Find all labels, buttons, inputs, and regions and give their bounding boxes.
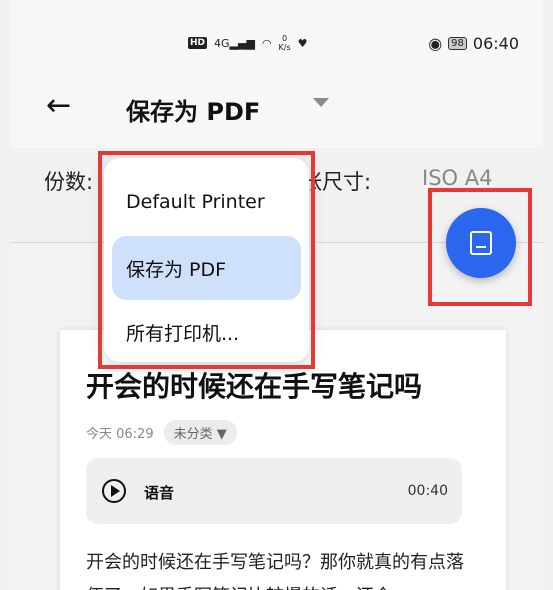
print-preview-page: 开会的时候还在手写笔记吗 今天 06:29 未分类 ▼ 语音 00:40 开会的… [60,330,506,590]
wifi-icon: ◠ [261,36,272,50]
note-body: 开会的时候还在手写笔记吗？那你就真的有点落伍了，如果手写笔记比较慢的话，还会 [86,552,464,590]
note-date: 今天 06:29 [86,427,154,442]
battery-indicator: 98 [448,37,467,50]
copies-label[interactable]: 份数: [44,166,93,196]
voice-duration: 00:40 [407,483,448,499]
status-bar: HD 4G▂▄▆ ◠ 0 K/s ♥ ◉ 98 06:40 [10,0,543,76]
heart-icon: ♥ [297,36,308,50]
paper-size-value[interactable]: ISO A4 [422,166,492,190]
arrow-left-icon[interactable]: ← [46,91,71,121]
signal-icon: 4G▂▄▆ [214,36,255,50]
chevron-down-icon[interactable] [313,98,329,107]
printer-select-title[interactable]: 保存为 PDF [126,92,260,127]
network-speed: 0 K/s [278,34,291,52]
voice-note: 语音 00:40 [86,458,462,524]
dropdown-highlight [98,151,315,369]
play-icon [102,479,126,503]
fab-highlight [428,188,532,306]
category-tag: 未分类 ▼ [163,420,237,445]
app-bar: ← 保存为 PDF [10,76,543,148]
status-icons: HD 4G▂▄▆ ◠ 0 K/s ♥ [188,34,308,52]
print-screen: HD 4G▂▄▆ ◠ 0 K/s ♥ ◉ 98 06:40 ← 保存为 PDF 份… [10,0,543,590]
status-right: ◉ 98 06:40 [428,34,519,53]
clock: 06:40 [472,34,519,53]
eye-icon: ◉ [428,34,443,53]
voice-label: 语音 [144,484,175,502]
note-meta: 今天 06:29 未分类 ▼ [86,420,237,445]
hd-icon: HD [188,37,208,49]
note-title: 开会的时候还在手写笔记吗 [86,370,423,403]
